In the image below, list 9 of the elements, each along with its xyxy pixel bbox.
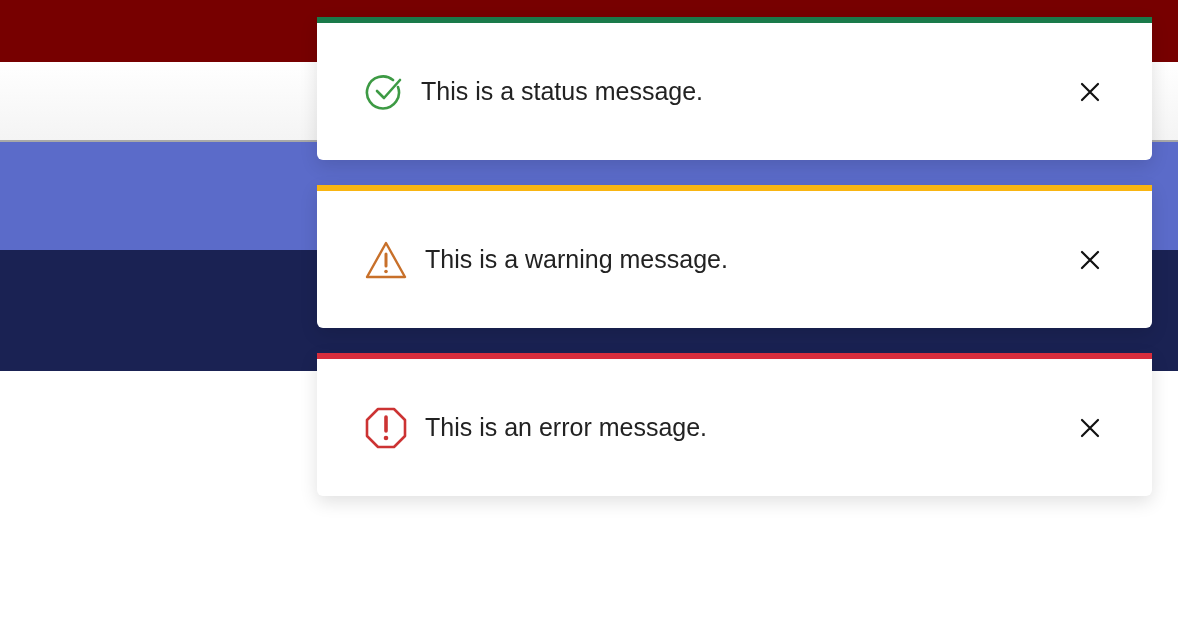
message-text: This is an error message.	[425, 413, 709, 442]
message-text: This is a warning message.	[425, 245, 729, 274]
close-icon	[1080, 249, 1100, 270]
message-text: This is a status message.	[421, 77, 705, 106]
check-circle-icon	[365, 72, 403, 111]
close-icon	[1080, 81, 1100, 102]
close-icon	[1080, 417, 1100, 438]
error-octagon-icon	[365, 406, 407, 449]
warning-icon	[365, 240, 407, 279]
